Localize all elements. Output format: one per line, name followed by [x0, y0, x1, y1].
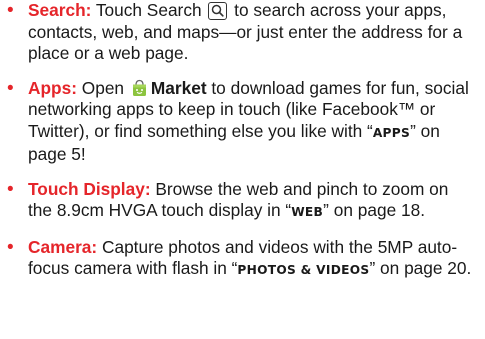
item-heading: Search:	[28, 0, 92, 20]
item-heading: Apps:	[28, 77, 77, 98]
bullet: •	[7, 178, 14, 200]
market-label: Market	[150, 77, 207, 98]
list-item-camera: • Camera: Capture photos and videos with …	[0, 237, 477, 282]
list-item-apps: • Apps: Open Market to download games for…	[0, 78, 477, 166]
section-reference: WEB	[291, 205, 324, 219]
item-text: ” on page 20.	[369, 258, 472, 278]
bullet: •	[7, 0, 14, 21]
market-bag-icon	[132, 79, 146, 96]
bullet: •	[7, 77, 14, 99]
search-icon	[208, 2, 228, 20]
feature-list: • Search: Touch Search to search across y…	[0, 0, 477, 282]
item-text: Touch Search	[91, 0, 207, 20]
item-heading: Touch Display:	[28, 178, 151, 199]
item-text: Open	[76, 77, 129, 98]
section-reference: PHOTOS & VIDEOS	[237, 263, 370, 277]
bullet: •	[7, 236, 14, 258]
section-reference: APPS	[372, 125, 411, 140]
feature-list-page: • Search: Touch Search to search across y…	[0, 0, 485, 339]
list-item-search: • Search: Touch Search to search across y…	[0, 0, 477, 65]
list-item-touch-display: • Touch Display: Browse the web and pinch…	[0, 179, 477, 224]
item-heading: Camera:	[28, 236, 98, 257]
item-text: ” on page 18.	[323, 200, 426, 220]
